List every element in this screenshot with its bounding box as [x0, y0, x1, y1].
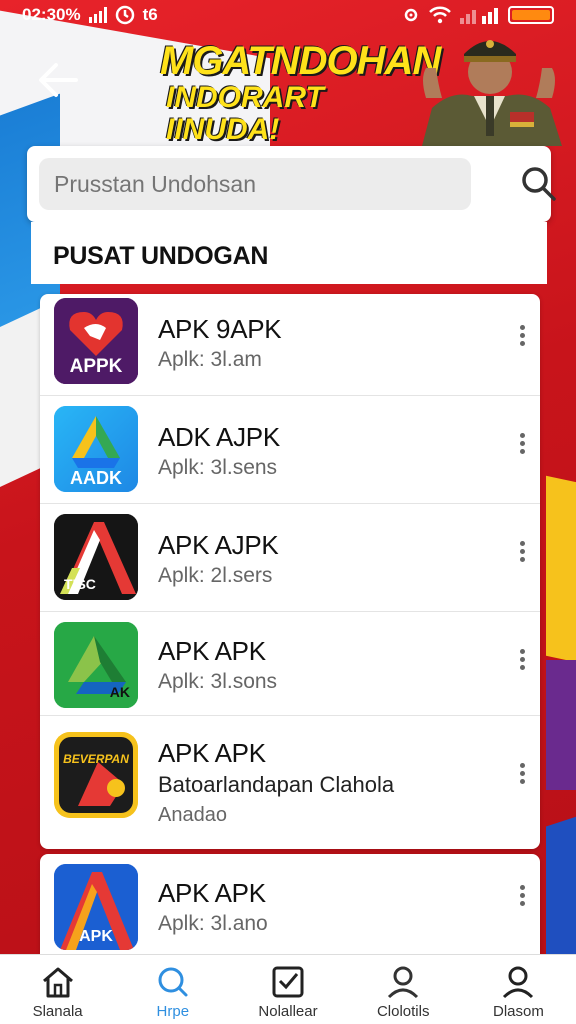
nav-label: Hrpe	[156, 1003, 190, 1020]
nav-label: Nolallear	[258, 1003, 318, 1020]
app-name: APK APK	[158, 878, 266, 908]
search-icon	[158, 967, 188, 997]
list-item[interactable]: APPK APK 9APK Aplk: 3l.am	[40, 294, 540, 396]
nav-item-inbox[interactable]: Nolallear	[230, 955, 345, 1024]
app-icon-text: APK	[79, 928, 113, 945]
profile-icon	[503, 966, 534, 999]
letter-a-dark-icon: TISC	[54, 514, 138, 600]
app-name: APK APK	[158, 738, 266, 768]
battery-icon	[508, 6, 554, 24]
app-subtitle: Aplk: 3l.am	[158, 348, 262, 371]
officer-image	[422, 40, 562, 146]
cell-signal-icon	[460, 8, 498, 24]
more-options-icon[interactable]	[512, 430, 532, 460]
search-icon[interactable]	[519, 164, 559, 204]
nav-item-person[interactable]: Clolotils	[346, 955, 461, 1024]
status-bar: 02:30% t6	[0, 0, 576, 30]
app-icon-text: APPK	[69, 356, 123, 377]
app-name: APK 9APK	[158, 314, 282, 344]
app-list-2: APK APK APK Aplk: 3l.ano	[40, 854, 540, 954]
settings-gear-icon	[404, 8, 418, 22]
app-subtitle: Aplk: 3l.ano	[158, 912, 268, 935]
bottom-nav: Slanala Hrpe Nolallear Clolotils Dlasom	[0, 954, 576, 1024]
app-icon-text: TISC	[64, 576, 96, 592]
list-item[interactable]: APK APK APK Aplk: 3l.ano	[40, 854, 540, 954]
section-header: PUSAT UNDOGAN	[31, 222, 547, 284]
search-card	[27, 146, 556, 222]
banner-line2: INDORART IINUDA!	[166, 81, 324, 146]
app-list: APPK APK 9APK Aplk: 3l.am AADK ADK AJPK …	[40, 294, 540, 849]
section-title: PUSAT UNDOGAN	[53, 242, 269, 270]
app-name: APK AJPK	[158, 530, 279, 560]
status-extra: t6	[142, 5, 158, 24]
app-subtitle-2: Anadao	[158, 804, 227, 826]
nav-item-home[interactable]: Slanala	[0, 955, 115, 1024]
nav-label: Clolotils	[376, 1003, 430, 1020]
game-badge-icon: BEVERPAN	[54, 732, 138, 818]
home-icon	[42, 967, 73, 998]
nav-label: Dlasom	[492, 1003, 544, 1020]
app-name: ADK AJPK	[158, 422, 280, 452]
signal-icon	[88, 7, 107, 23]
app-icon-text: AADK	[70, 468, 122, 488]
more-options-icon[interactable]	[512, 322, 532, 352]
list-item[interactable]: BEVERPAN APK APK Batoarlandapan Clahola …	[40, 716, 540, 849]
wifi-icon	[429, 6, 451, 24]
inbox-check-icon	[272, 966, 304, 998]
green-drive-icon: AK	[54, 622, 138, 708]
nav-label: Slanala	[32, 1003, 83, 1020]
drive-triangle-icon: AADK	[54, 406, 138, 492]
list-item[interactable]: TISC APK AJPK Aplk: 2l.sers	[40, 504, 540, 612]
more-options-icon[interactable]	[512, 760, 532, 790]
app-name: APK APK	[158, 636, 266, 666]
app-icon-text: BEVERPAN	[63, 752, 129, 766]
nav-item-profile[interactable]: Dlasom	[461, 955, 576, 1024]
apk-logo-heart-icon: APPK	[54, 298, 138, 384]
status-time: 02:30%	[22, 5, 81, 24]
more-options-icon[interactable]	[512, 538, 532, 568]
letter-a-blue-icon: APK	[54, 864, 138, 950]
app-icon-text: AK	[109, 684, 130, 700]
back-arrow-icon[interactable]	[36, 60, 80, 100]
person-icon	[388, 966, 419, 999]
list-item[interactable]: AADK ADK AJPK Aplk: 3l.sens	[40, 396, 540, 504]
search-input[interactable]	[39, 158, 471, 210]
nav-item-search[interactable]: Hrpe	[115, 955, 230, 1024]
app-subtitle: Aplk: 2l.sers	[158, 564, 273, 587]
banner-line1: MGATNDOHAN	[160, 39, 441, 83]
banner-title: MGATNDOHAN INDORART IINUDA!	[160, 39, 441, 146]
app-subtitle: Aplk: 3l.sons	[158, 670, 278, 693]
list-item[interactable]: AK APK APK Aplk: 3l.sons	[40, 612, 540, 716]
app-subtitle: Batoarlandapan Clahola	[158, 772, 395, 797]
more-options-icon[interactable]	[512, 646, 532, 676]
clock-icon	[115, 5, 134, 25]
app-subtitle: Aplk: 3l.sens	[158, 456, 278, 479]
more-options-icon[interactable]	[512, 882, 532, 912]
